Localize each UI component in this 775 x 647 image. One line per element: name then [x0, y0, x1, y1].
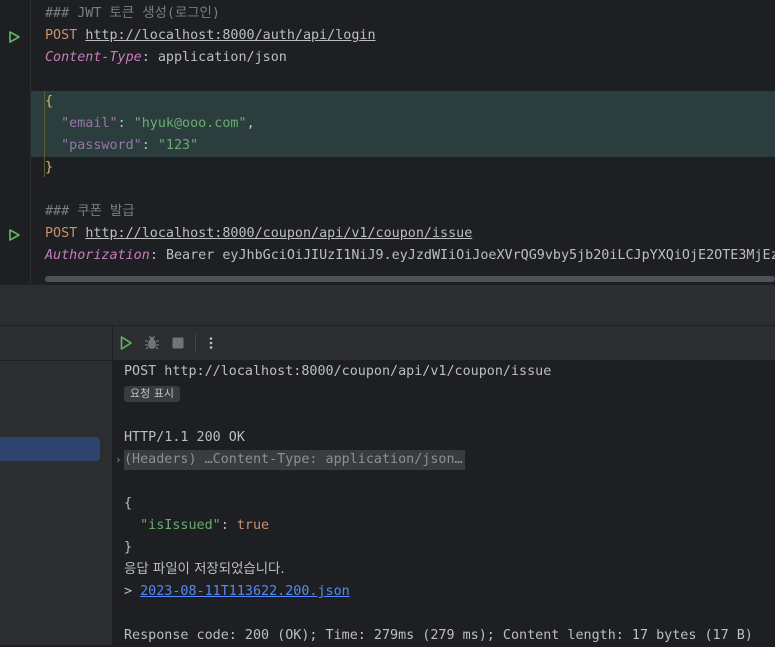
response-json-key: "isIssued"	[140, 518, 221, 533]
request-comment-login: ### JWT 토큰 생성(로그인)	[45, 6, 220, 21]
response-json-line: "isIssued": true	[124, 515, 269, 537]
request-header-content-type: Content-Type: application/json	[45, 47, 287, 69]
services-tree-pane[interactable]	[0, 326, 113, 645]
header-name: Content-Type	[45, 50, 142, 65]
saved-message: 응답 파일이 저장되었습니다.	[124, 562, 285, 577]
response-json-value: true	[236, 518, 270, 533]
run-request-icon[interactable]	[7, 30, 21, 44]
json-colon: :	[117, 116, 134, 131]
toolbar-divider	[195, 334, 196, 352]
json-colon: :	[141, 138, 158, 153]
request-url-link[interactable]: http://localhost:8000/auth/api/login	[85, 28, 375, 43]
expand-headers-icon[interactable]: ›	[115, 449, 123, 471]
stop-icon	[172, 337, 184, 349]
json-colon: :	[220, 518, 237, 533]
json-key-password: "password"	[61, 138, 142, 153]
debug-icon	[145, 335, 159, 350]
saved-file-link[interactable]: 2023-08-11T113622.200.json	[140, 584, 350, 599]
divider	[0, 284, 775, 285]
more-vertical-icon	[209, 337, 213, 349]
request-url-link[interactable]: http://localhost:8000/coupon/api/v1/coup…	[85, 226, 472, 241]
show-request-button[interactable]: 요청 표시	[124, 386, 180, 402]
divider	[0, 360, 112, 361]
selected-tree-item[interactable]	[0, 437, 100, 461]
json-brace-open: {	[45, 94, 54, 109]
http-method: POST	[45, 226, 78, 241]
debug-button[interactable]	[143, 334, 161, 352]
response-json-open: {	[124, 496, 133, 511]
response-summary: Response code: 200 (OK); Time: 279ms (27…	[124, 628, 753, 643]
http-request-editor[interactable]: ### JWT 토큰 생성(로그인) POST http://localhost…	[0, 0, 775, 284]
request-line-login: POST http://localhost:8000/auth/api/logi…	[45, 25, 376, 47]
header-separator: :	[141, 50, 158, 65]
tool-window-header	[0, 284, 775, 326]
json-comma: ,	[246, 116, 255, 131]
json-line-email: "email": "hyuk@ooo.com",	[45, 113, 255, 135]
header-value: Bearer eyJhbGciOiJIUzI1NiJ9.eyJzdWIiOiJo…	[165, 248, 775, 263]
request-line-coupon: POST http://localhost:8000/coupon/api/v1…	[45, 223, 472, 245]
json-key-email: "email"	[61, 116, 118, 131]
horizontal-scrollbar[interactable]	[45, 276, 775, 282]
run-request-icon[interactable]	[7, 228, 21, 242]
request-header-authorization: Authorization: Bearer eyJhbGciOiJIUzI1Ni…	[45, 245, 775, 267]
header-name: Authorization	[45, 248, 150, 263]
headers-fold[interactable]: (Headers) …Content-Type: application/jso…	[124, 450, 465, 470]
saved-file-line: > 2023-08-11T113622.200.json	[124, 581, 350, 603]
stop-button[interactable]	[169, 334, 187, 352]
prompt-marker: >	[124, 584, 141, 599]
header-value: application/json	[157, 50, 287, 65]
json-line-password: "password": "123"	[45, 135, 198, 157]
http-method: POST	[45, 28, 78, 43]
header-separator: :	[149, 248, 166, 263]
run-button[interactable]	[117, 334, 135, 352]
json-brace-close: }	[45, 160, 54, 175]
response-status-line: HTTP/1.1 200 OK	[124, 430, 245, 445]
request-comment-coupon: ### 쿠폰 발급	[45, 204, 135, 219]
json-value-email: "hyuk@ooo.com"	[133, 116, 247, 131]
response-request-line: POST http://localhost:8000/coupon/api/v1…	[124, 364, 552, 379]
json-value-password: "123"	[157, 138, 199, 153]
more-options-button[interactable]	[202, 334, 220, 352]
run-icon	[120, 336, 132, 350]
response-json-close: }	[124, 540, 133, 555]
